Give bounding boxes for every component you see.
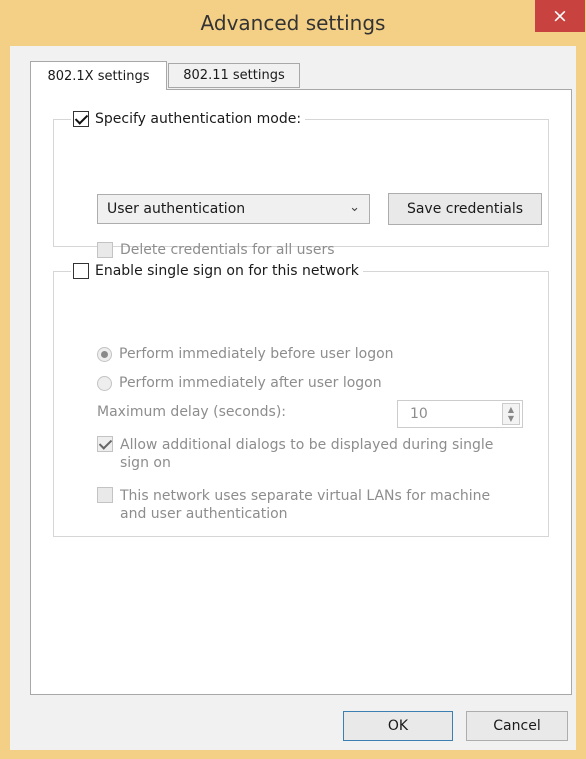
separate-vlans-label: This network uses separate virtual LANs … bbox=[120, 487, 490, 523]
radio-after-logon-label: Perform immediately after user logon bbox=[119, 375, 382, 391]
allow-additional-dialogs-line-2: sign on bbox=[120, 455, 171, 471]
authentication-mode-value: User authentication bbox=[107, 201, 246, 217]
allow-additional-dialogs-checkbox[interactable] bbox=[97, 436, 113, 452]
radio-after-logon[interactable] bbox=[97, 376, 112, 391]
title-bar[interactable]: Advanced settings × bbox=[0, 0, 586, 46]
maximum-delay-value: 10 bbox=[410, 406, 428, 422]
maximum-delay-label: Maximum delay (seconds): bbox=[97, 404, 286, 420]
enable-sso-row[interactable]: Enable single sign on for this network bbox=[71, 260, 363, 282]
chevron-down-icon: ⌄ bbox=[349, 200, 360, 215]
delete-credentials-checkbox[interactable] bbox=[97, 242, 113, 258]
close-icon: × bbox=[552, 5, 568, 27]
spin-down-icon[interactable]: ▼ bbox=[508, 414, 514, 423]
tab-802-11-settings[interactable]: 802.11 settings bbox=[168, 63, 300, 88]
radio-before-logon-label: Perform immediately before user logon bbox=[119, 346, 394, 362]
enable-sso-checkbox[interactable] bbox=[73, 263, 89, 279]
separate-vlans-checkbox[interactable] bbox=[97, 487, 113, 503]
spin-buttons[interactable]: ▲ ▼ bbox=[502, 403, 520, 425]
specify-authentication-mode-checkbox[interactable] bbox=[73, 111, 89, 127]
enable-sso-label: Enable single sign on for this network bbox=[95, 263, 359, 279]
spin-up-icon[interactable]: ▲ bbox=[508, 405, 514, 414]
separate-vlans-row[interactable]: This network uses separate virtual LANs … bbox=[97, 487, 490, 523]
delete-credentials-label: Delete credentials for all users bbox=[120, 242, 335, 258]
allow-additional-dialogs-line-1: Allow additional dialogs to be displayed… bbox=[120, 437, 494, 453]
save-credentials-button[interactable]: Save credentials bbox=[388, 193, 542, 225]
delete-credentials-row[interactable]: Delete credentials for all users bbox=[97, 242, 335, 258]
close-button[interactable]: × bbox=[535, 0, 585, 32]
radio-before-logon-row[interactable]: Perform immediately before user logon bbox=[97, 346, 394, 362]
radio-after-logon-row[interactable]: Perform immediately after user logon bbox=[97, 375, 382, 391]
authentication-mode-group: Specify authentication mode: bbox=[53, 108, 549, 247]
separate-vlans-line-1: This network uses separate virtual LANs … bbox=[120, 488, 491, 504]
maximum-delay-spinbox[interactable]: 10 ▲ ▼ bbox=[397, 400, 523, 428]
specify-authentication-mode-row[interactable]: Specify authentication mode: bbox=[71, 108, 306, 130]
specify-authentication-mode-label: Specify authentication mode: bbox=[95, 111, 302, 127]
allow-additional-dialogs-label: Allow additional dialogs to be displayed… bbox=[120, 436, 493, 472]
ok-button[interactable]: OK bbox=[343, 711, 453, 741]
advanced-settings-dialog: Advanced settings × 802.1X settings 802.… bbox=[0, 0, 586, 759]
tab-802-1x-settings[interactable]: 802.1X settings bbox=[30, 61, 167, 90]
cancel-button[interactable]: Cancel bbox=[466, 711, 568, 741]
allow-additional-dialogs-row[interactable]: Allow additional dialogs to be displayed… bbox=[97, 436, 493, 472]
window-title: Advanced settings bbox=[200, 11, 386, 35]
authentication-mode-select[interactable]: User authentication ⌄ bbox=[97, 194, 370, 224]
tab-panel-802-1x: Specify authentication mode: User authen… bbox=[30, 89, 572, 695]
radio-before-logon[interactable] bbox=[97, 347, 112, 362]
separate-vlans-line-2: and user authentication bbox=[120, 506, 288, 522]
dialog-client-area: 802.1X settings 802.11 settings Specify … bbox=[10, 46, 576, 750]
